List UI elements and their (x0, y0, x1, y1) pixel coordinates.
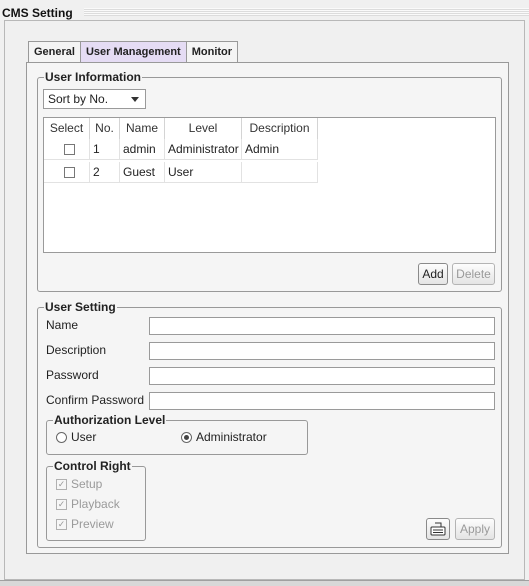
column-header-name[interactable]: Name (120, 118, 165, 139)
column-header-description[interactable]: Description (242, 118, 318, 139)
password-input[interactable] (149, 367, 495, 385)
user-radio[interactable] (56, 432, 67, 443)
table-cell-description[interactable] (242, 162, 318, 183)
tab-monitor[interactable]: Monitor (185, 41, 239, 63)
title-divider (84, 8, 529, 16)
keyboard-button[interactable] (426, 518, 450, 540)
table-cell-level[interactable]: Administrator (165, 139, 242, 160)
playback-label: Playback (71, 497, 120, 511)
preview-label: Preview (71, 517, 114, 531)
window-bottom-edge (0, 580, 529, 586)
tab-user-management[interactable]: User Management (79, 41, 187, 63)
table-cell-description[interactable]: Admin (242, 139, 318, 160)
apply-button[interactable]: Apply (455, 518, 495, 540)
table-cell-no[interactable]: 1 (90, 139, 120, 160)
column-header-level[interactable]: Level (165, 118, 242, 139)
table-cell-level[interactable]: User (165, 162, 242, 183)
description-input[interactable] (149, 342, 495, 360)
window-title: CMS Setting (2, 6, 73, 20)
table-cell-name[interactable]: admin (120, 139, 165, 160)
row-select-checkbox[interactable] (64, 144, 75, 155)
row-select-checkbox[interactable] (64, 167, 75, 178)
table-cell-no[interactable]: 2 (90, 162, 120, 183)
add-button[interactable]: Add (418, 263, 448, 285)
preview-checkbox[interactable]: ✓ (56, 519, 67, 530)
setup-checkbox[interactable]: ✓ (56, 479, 67, 490)
table-row-select-cell[interactable] (44, 139, 90, 160)
name-input[interactable] (149, 317, 495, 335)
playback-checkbox[interactable]: ✓ (56, 499, 67, 510)
name-label: Name (46, 318, 79, 332)
sort-dropdown[interactable]: Sort by No. (43, 89, 146, 109)
column-header-select[interactable]: Select (44, 118, 90, 139)
authorization-level-legend: Authorization Level (54, 413, 166, 427)
delete-button[interactable]: Delete (452, 263, 495, 285)
sort-selected-value: Sort by No. (48, 92, 109, 106)
password-label: Password (46, 368, 99, 382)
table-cell-name[interactable]: Guest (120, 162, 165, 183)
chevron-down-icon (131, 97, 139, 102)
user-information-legend: User Information (45, 70, 142, 84)
keyboard-icon (430, 522, 446, 536)
user-setting-legend: User Setting (45, 300, 116, 314)
tab-bar: General User Management Monitor (28, 41, 239, 63)
table-row-select-cell[interactable] (44, 162, 90, 183)
description-label: Description (46, 343, 107, 357)
confirm-password-label: Confirm Password (46, 393, 145, 407)
tab-general[interactable]: General (28, 41, 81, 63)
column-header-no[interactable]: No. (90, 118, 120, 139)
user-table[interactable]: Select No. Name Level Description 1 admi… (43, 117, 496, 253)
confirm-password-input[interactable] (149, 392, 495, 410)
control-right-legend: Control Right (54, 459, 131, 473)
user-radio-label[interactable]: User (71, 430, 96, 444)
administrator-radio-label[interactable]: Administrator (196, 430, 267, 444)
administrator-radio[interactable] (181, 432, 192, 443)
setup-label: Setup (71, 477, 103, 491)
